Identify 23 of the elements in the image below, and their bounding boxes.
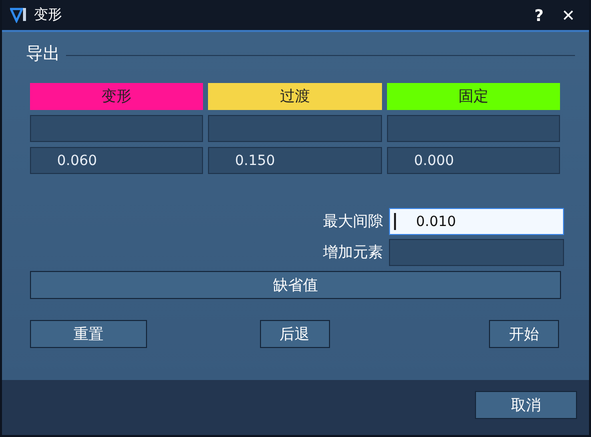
empty-field[interactable] <box>387 115 560 142</box>
empty-field[interactable] <box>30 115 203 142</box>
window-title: 变形 <box>34 6 62 24</box>
action-button[interactable]: 开始 <box>489 320 559 348</box>
column-header: 固定 <box>387 83 560 110</box>
app-logo-icon <box>10 7 28 23</box>
field-label: 最大间隙 <box>323 212 383 231</box>
empty-field[interactable] <box>208 115 382 142</box>
action-button[interactable]: 后退 <box>260 320 330 348</box>
value-field[interactable]: 0.000 <box>387 147 560 174</box>
input-field[interactable] <box>389 239 564 266</box>
action-button[interactable]: 重置 <box>30 320 147 348</box>
close-button[interactable]: ✕ <box>556 6 581 24</box>
column-header: 过渡 <box>208 83 382 110</box>
input-field[interactable]: 0.010 <box>389 208 564 235</box>
section-title: 导出 <box>26 43 60 65</box>
value-field[interactable]: 0.060 <box>30 147 203 174</box>
cancel-button[interactable]: 取消 <box>475 391 577 419</box>
field-label: 增加元素 <box>323 243 383 262</box>
help-button[interactable]: ? <box>528 6 550 24</box>
default-button[interactable]: 缺省值 <box>30 271 561 299</box>
column-header: 变形 <box>30 83 203 110</box>
value-field[interactable]: 0.150 <box>208 147 382 174</box>
